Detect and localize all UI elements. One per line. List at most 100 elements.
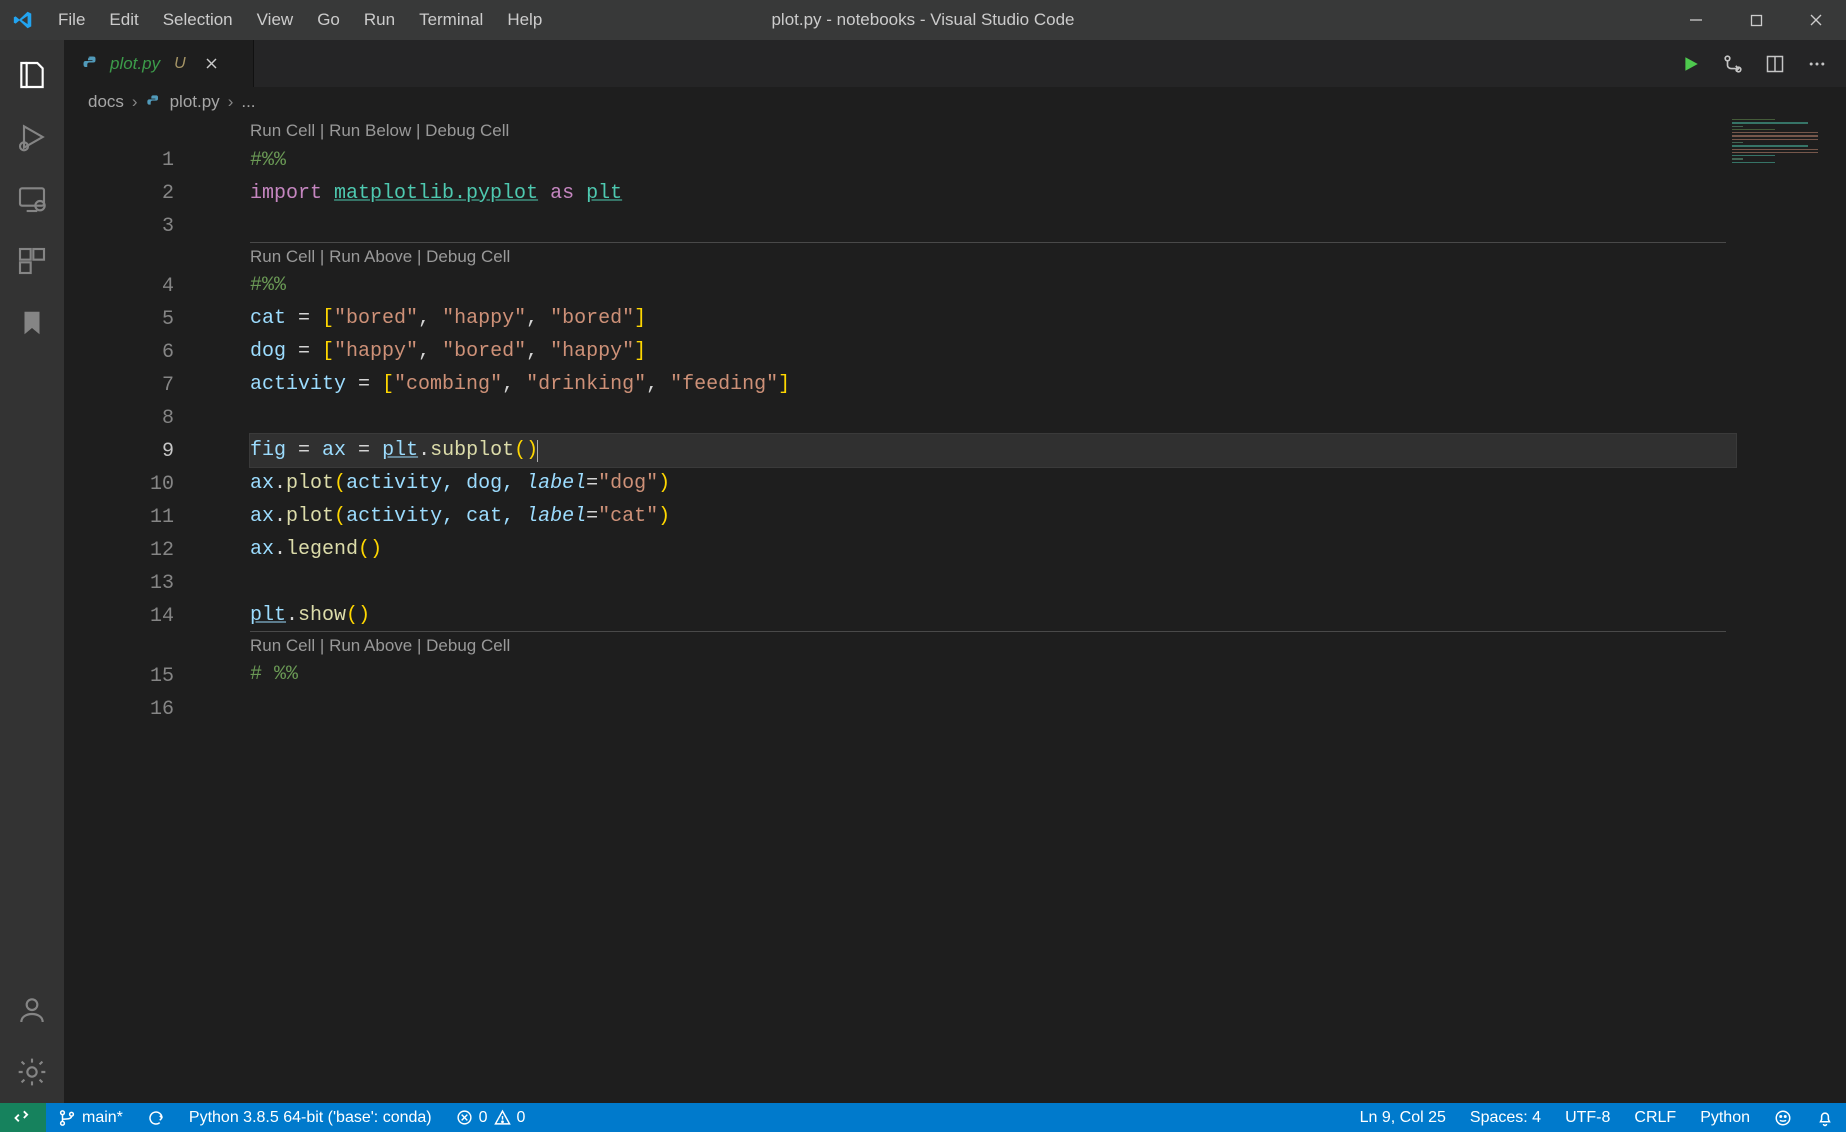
codelens-debug-cell[interactable]: Debug Cell [426,636,510,655]
remote-indicator[interactable] [0,1103,46,1132]
code-line[interactable] [250,566,1726,599]
breadcrumb-docs[interactable]: docs [88,92,124,112]
run-file-icon[interactable] [1680,55,1702,73]
code-line[interactable] [250,210,1726,243]
menu-terminal[interactable]: Terminal [407,6,495,34]
status-notifications-icon[interactable] [1804,1103,1846,1132]
line-number: 14 [64,600,174,633]
tab-close-icon[interactable] [204,56,219,71]
titlebar: File Edit Selection View Go Run Terminal… [0,0,1846,40]
status-errors-count: 0 [479,1109,488,1127]
codelens-cell-3: Run Cell | Run Above | Debug Cell [250,631,1726,658]
status-branch[interactable]: main* [46,1103,135,1132]
code-line[interactable]: activity = ["combing", "drinking", "feed… [250,368,1726,401]
code-line[interactable]: #%% [250,144,1726,177]
bookmark-icon[interactable] [15,306,49,340]
split-editor-icon[interactable] [1764,54,1786,74]
codelens-debug-cell[interactable]: Debug Cell [426,247,510,266]
line-number: 12 [64,534,174,567]
code-line[interactable]: # %% [250,658,1726,691]
chevron-right-icon: › [228,92,234,112]
minimize-button[interactable] [1666,0,1726,40]
breadcrumb-file[interactable]: plot.py [170,92,220,112]
line-number: 13 [64,567,174,600]
compare-changes-icon[interactable] [1722,53,1744,75]
editor-content[interactable]: Run Cell | Run Below | Debug Cell #%% im… [250,117,1726,724]
settings-gear-icon[interactable] [15,1055,49,1089]
line-number: 16 [64,693,174,726]
status-feedback-icon[interactable] [1762,1103,1804,1132]
menu-run[interactable]: Run [352,6,407,34]
codelens-run-cell[interactable]: Run Cell [250,636,315,655]
menu-edit[interactable]: Edit [97,6,150,34]
tab-filename: plot.py [110,54,160,74]
code-line-current[interactable]: fig = ax = plt.subplot() [250,434,1736,467]
line-number: 8 [64,402,174,435]
editor-area: plot.py U docs › plot.py › ... [64,40,1846,1103]
accounts-icon[interactable] [15,993,49,1027]
minimap[interactable] [1732,119,1840,163]
codelens-cell-1: Run Cell | Run Below | Debug Cell [250,117,1726,144]
remote-explorer-icon[interactable] [15,182,49,216]
window-controls [1666,0,1846,40]
code-line[interactable]: plt.show() [250,599,1726,632]
menu-view[interactable]: View [245,6,306,34]
line-number: 9 [64,435,174,468]
menu-help[interactable]: Help [495,6,554,34]
status-eol[interactable]: CRLF [1622,1103,1688,1132]
explorer-icon[interactable] [15,58,49,92]
python-file-icon [82,55,100,73]
line-number: 3 [64,210,174,243]
status-python-env[interactable]: Python 3.8.5 64-bit ('base': conda) [177,1103,444,1132]
status-language[interactable]: Python [1688,1103,1762,1132]
code-line[interactable]: ax.legend() [250,533,1726,566]
breadcrumb[interactable]: docs › plot.py › ... [64,87,1846,117]
status-spaces[interactable]: Spaces: 4 [1458,1103,1553,1132]
status-bar: main* Python 3.8.5 64-bit ('base': conda… [0,1103,1846,1132]
line-number: 10 [64,468,174,501]
code-line[interactable]: import matplotlib.pyplot as plt [250,177,1726,210]
menu-selection[interactable]: Selection [151,6,245,34]
codelens-debug-cell[interactable]: Debug Cell [425,121,509,140]
breadcrumb-more[interactable]: ... [241,92,255,112]
close-button[interactable] [1786,0,1846,40]
codelens-cell-2: Run Cell | Run Above | Debug Cell [250,242,1726,269]
code-line[interactable] [250,401,1726,434]
chevron-right-icon: › [132,92,138,112]
code-line[interactable]: ax.plot(activity, dog, label="dog") [250,467,1726,500]
codelens-run-above[interactable]: Run Above [329,636,412,655]
status-problems[interactable]: 0 0 [444,1103,538,1132]
maximize-button[interactable] [1726,0,1786,40]
status-warnings-count: 0 [517,1109,526,1127]
code-editor[interactable]: 1 2 3 4 5 6 7 8 9 10 11 12 13 14 15 16 [64,117,1846,1103]
code-line[interactable]: cat = ["bored", "happy", "bored"] [250,302,1726,335]
line-number: 6 [64,336,174,369]
tab-git-status: U [174,55,186,73]
line-number: 11 [64,501,174,534]
extensions-icon[interactable] [15,244,49,278]
tab-plot-py[interactable]: plot.py U [64,40,254,87]
line-number: 2 [64,177,174,210]
menu-go[interactable]: Go [305,6,352,34]
codelens-run-cell[interactable]: Run Cell [250,247,315,266]
status-branch-label: main* [82,1109,123,1127]
more-actions-icon[interactable] [1806,54,1828,74]
activity-bar [0,40,64,1103]
codelens-run-cell[interactable]: Run Cell [250,121,315,140]
line-number: 4 [64,270,174,303]
run-debug-icon[interactable] [15,120,49,154]
code-line[interactable]: dog = ["happy", "bored", "happy"] [250,335,1726,368]
line-number-gutter[interactable]: 1 2 3 4 5 6 7 8 9 10 11 12 13 14 15 16 [64,117,212,1103]
python-file-icon [146,94,162,110]
codelens-run-below[interactable]: Run Below [329,121,411,140]
code-line[interactable]: ax.plot(activity, cat, label="cat") [250,500,1726,533]
line-number: 5 [64,303,174,336]
code-line[interactable] [250,691,1726,724]
codelens-run-above[interactable]: Run Above [329,247,412,266]
status-line-col[interactable]: Ln 9, Col 25 [1348,1103,1458,1132]
status-sync[interactable] [135,1103,177,1132]
status-encoding[interactable]: UTF-8 [1553,1103,1622,1132]
line-number: 7 [64,369,174,402]
menu-file[interactable]: File [46,6,97,34]
code-line[interactable]: #%% [250,269,1726,302]
